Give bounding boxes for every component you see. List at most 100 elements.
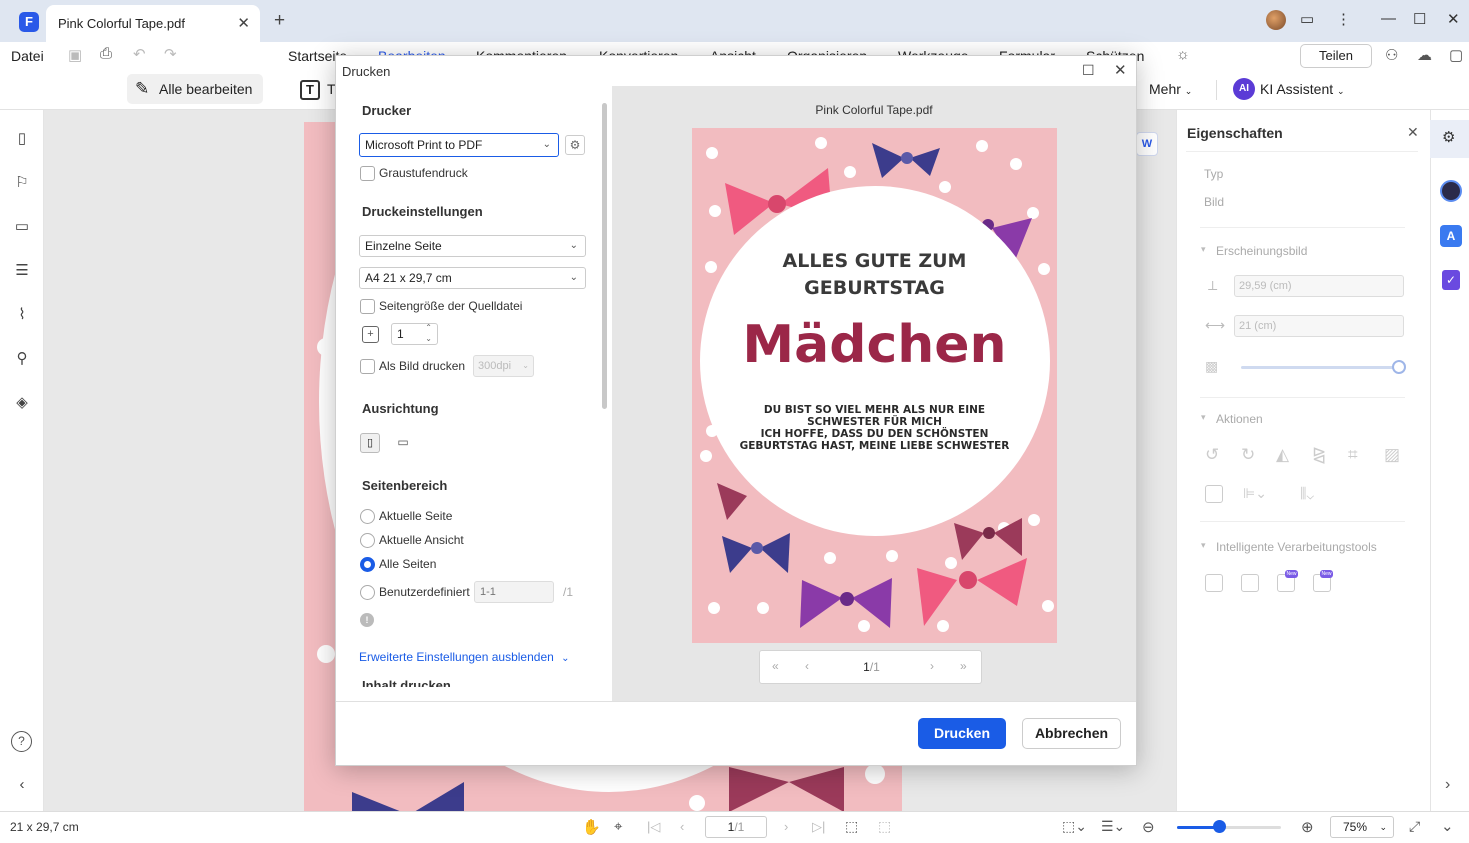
more-button[interactable]: Mehr ⌄ bbox=[1149, 81, 1192, 97]
replace-image-icon[interactable]: ▨ bbox=[1384, 445, 1400, 465]
rotate-left-icon[interactable]: ↺ bbox=[1205, 445, 1219, 465]
translate-image-icon[interactable] bbox=[1241, 574, 1259, 592]
next-page-icon[interactable]: › bbox=[930, 659, 934, 673]
menu-file[interactable]: Datei bbox=[11, 48, 44, 64]
rotate-right-icon[interactable]: ↻ bbox=[1241, 445, 1255, 465]
fullscreen-icon[interactable]: ⤢ bbox=[1409, 818, 1420, 835]
share-network-icon[interactable]: ⚇ bbox=[1385, 46, 1398, 64]
cancel-button[interactable]: Abbrechen bbox=[1022, 718, 1121, 749]
sliders-icon[interactable]: ⚙ bbox=[1442, 128, 1455, 146]
more-vertical-icon[interactable]: ⋮ bbox=[1336, 10, 1351, 28]
range-custom-radio[interactable] bbox=[360, 585, 375, 600]
printer-select[interactable]: Microsoft Print to PDF ⌄ bbox=[359, 133, 559, 157]
pages-icon[interactable]: ▯ bbox=[12, 129, 32, 149]
dialog-close-icon[interactable]: ✕ bbox=[1114, 61, 1127, 79]
stepper-arrows-icon[interactable]: ⌃ ⌄ bbox=[425, 322, 432, 344]
fields-icon[interactable]: ☰ bbox=[12, 261, 32, 281]
dpi-select[interactable]: 300dpi ⌄ bbox=[473, 355, 534, 377]
close-tab-icon[interactable]: ✕ bbox=[237, 14, 250, 32]
avatar[interactable] bbox=[1266, 10, 1286, 30]
height-input[interactable]: 29,59 (cm) bbox=[1234, 275, 1404, 297]
close-window-icon[interactable]: ✕ bbox=[1447, 10, 1460, 28]
redo-icon[interactable]: ↷ bbox=[164, 45, 177, 63]
edit-all-button[interactable]: ✎ Alle bearbeiten ⌄ bbox=[127, 74, 263, 126]
advanced-settings-link[interactable]: Erweiterte Einstellungen ausblenden ⌄ bbox=[359, 650, 570, 664]
ai-assistant-icon[interactable]: AI bbox=[1233, 78, 1255, 100]
page-mode-icon[interactable]: ⬚⌄ bbox=[1062, 818, 1087, 835]
hand-tool-icon[interactable]: ✋ bbox=[582, 818, 601, 836]
rotate-page-icon[interactable]: ⬚ bbox=[878, 818, 891, 835]
source-size-checkbox[interactable] bbox=[360, 299, 375, 314]
scroll-down-icon[interactable]: ⌄ bbox=[1441, 817, 1454, 835]
range-current-page-radio[interactable] bbox=[360, 509, 375, 524]
save-icon[interactable]: ▣ bbox=[68, 46, 82, 64]
next-page-icon[interactable]: › bbox=[784, 819, 788, 834]
opacity-slider-track[interactable] bbox=[1241, 366, 1399, 369]
actions-section[interactable]: Aktionen bbox=[1216, 412, 1263, 426]
text-tool-icon[interactable]: T bbox=[300, 80, 320, 100]
first-page-icon[interactable]: |◁ bbox=[647, 819, 660, 835]
zoom-slider-track[interactable] bbox=[1177, 826, 1281, 829]
zoom-out-icon[interactable]: ⊖ bbox=[1142, 818, 1155, 836]
prev-page-icon[interactable]: ‹ bbox=[680, 819, 684, 834]
select-tool-icon[interactable]: ⌖ bbox=[614, 818, 622, 835]
scroll-mode-icon[interactable]: ☰⌄ bbox=[1101, 818, 1125, 835]
minimize-icon[interactable]: — bbox=[1381, 10, 1396, 27]
attachment-icon[interactable]: ⌇ bbox=[12, 305, 32, 325]
flip-horizontal-icon[interactable]: ◭ bbox=[1276, 445, 1289, 465]
print-icon[interactable]: ⎙ bbox=[100, 45, 112, 62]
landscape-icon[interactable]: ▭ bbox=[393, 433, 413, 453]
expand-right-icon[interactable]: › bbox=[1445, 776, 1450, 794]
ai-assistant-button[interactable]: KI Assistent ⌄ bbox=[1260, 81, 1345, 97]
close-panel-icon[interactable]: ✕ bbox=[1407, 124, 1419, 141]
print-button[interactable]: Drucken bbox=[918, 718, 1006, 749]
info-icon[interactable]: ! bbox=[360, 613, 374, 627]
maximize-icon[interactable]: ☐ bbox=[1413, 10, 1426, 28]
page-mode-select[interactable]: Einzelne Seite ⌄ bbox=[359, 235, 586, 257]
grayscale-checkbox[interactable] bbox=[360, 166, 375, 181]
translate-icon[interactable]: A bbox=[1440, 225, 1462, 247]
crop-icon[interactable]: ⌗ bbox=[1348, 445, 1358, 465]
copies-stepper[interactable]: 1 ⌃ ⌄ bbox=[391, 323, 438, 345]
checklist-icon[interactable]: ✓ bbox=[1442, 270, 1460, 290]
zoom-select[interactable]: 75% ⌄ bbox=[1330, 816, 1394, 838]
custom-range-input[interactable] bbox=[474, 581, 554, 603]
printer-settings-icon[interactable]: ⚙ bbox=[565, 135, 585, 155]
align-icon[interactable]: ⊫⌄ bbox=[1243, 485, 1267, 502]
bookmark-icon[interactable]: ⚐ bbox=[12, 173, 32, 193]
range-all-pages-radio[interactable] bbox=[360, 557, 375, 572]
feedback-icon[interactable]: ▭ bbox=[1300, 10, 1314, 28]
page-number-field[interactable]: 1/1 bbox=[705, 816, 767, 838]
undo-icon[interactable]: ↶ bbox=[133, 45, 146, 63]
expand-icon[interactable]: ▾ bbox=[1201, 412, 1206, 423]
ai-bot-icon[interactable] bbox=[1440, 180, 1462, 202]
zoom-slider-knob[interactable] bbox=[1212, 820, 1226, 833]
fit-page-icon[interactable]: ⬚ bbox=[845, 818, 858, 835]
paper-size-select[interactable]: A4 21 x 29,7 cm ⌄ bbox=[359, 267, 586, 289]
document-tab[interactable]: Pink Colorful Tape.pdf ✕ bbox=[46, 5, 260, 42]
cloud-upload-icon[interactable]: ☁ bbox=[1417, 46, 1432, 64]
comment-icon[interactable]: ▭ bbox=[12, 217, 32, 237]
ocr-icon[interactable] bbox=[1205, 574, 1223, 592]
expand-icon[interactable]: ▾ bbox=[1201, 540, 1206, 551]
extract-image-icon[interactable] bbox=[1205, 485, 1223, 503]
search-icon[interactable]: ⚲ bbox=[12, 349, 32, 369]
panel-icon[interactable]: ▢ bbox=[1449, 46, 1463, 64]
print-as-image-checkbox[interactable] bbox=[360, 359, 375, 374]
lightbulb-icon[interactable]: ☼ bbox=[1176, 46, 1190, 63]
word-convert-icon[interactable]: W bbox=[1136, 132, 1158, 156]
help-icon[interactable]: ? bbox=[11, 731, 32, 752]
portrait-icon[interactable]: ▯ bbox=[360, 433, 380, 453]
last-page-icon[interactable]: ▷| bbox=[812, 819, 825, 835]
opacity-slider-knob[interactable] bbox=[1392, 360, 1406, 374]
dialog-maximize-icon[interactable]: ☐ bbox=[1082, 62, 1095, 79]
expand-icon[interactable]: ▾ bbox=[1201, 244, 1206, 255]
distribute-icon[interactable]: ⫼⌄ bbox=[1300, 485, 1314, 502]
settings-scrollbar[interactable] bbox=[602, 103, 607, 409]
smart-tools-section[interactable]: Intelligente Verarbeitungstools bbox=[1216, 540, 1377, 554]
last-page-icon[interactable]: » bbox=[960, 659, 967, 673]
flip-vertical-icon[interactable]: ⧎ bbox=[1312, 445, 1326, 465]
layers-icon[interactable]: ◈ bbox=[12, 393, 32, 413]
zoom-in-icon[interactable]: ⊕ bbox=[1301, 818, 1314, 836]
new-tab-icon[interactable]: + bbox=[274, 10, 285, 32]
